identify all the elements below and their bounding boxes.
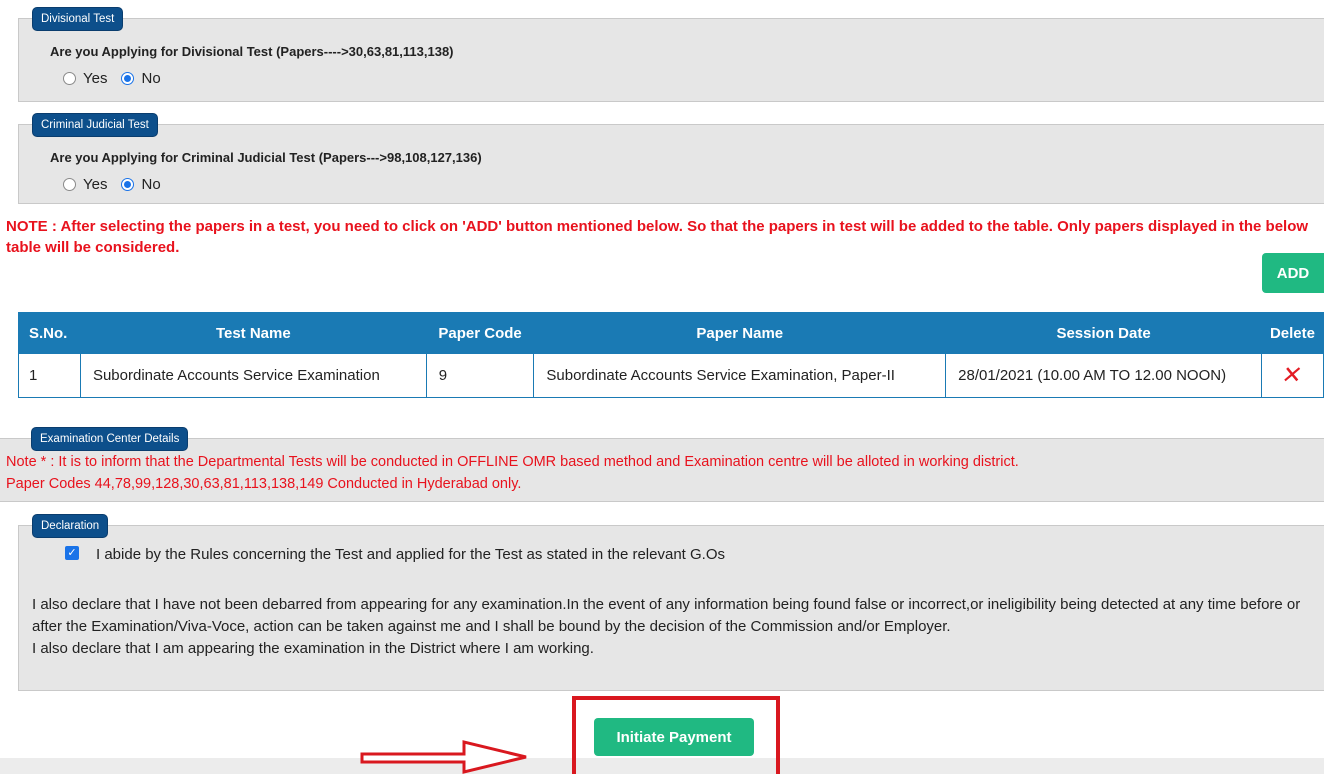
header-sno: S.No. — [18, 312, 81, 354]
header-session-date: Session Date — [945, 312, 1262, 354]
annotation-arrow-icon — [360, 740, 527, 774]
cell-test-name: Subordinate Accounts Service Examination — [79, 353, 427, 398]
criminal-judicial-test-legend: Criminal Judicial Test — [32, 113, 158, 137]
delete-x-icon[interactable]: ✕ — [1280, 361, 1305, 390]
exam-center-note-line2: Paper Codes 44,78,99,128,30,63,81,113,13… — [6, 476, 522, 492]
criminal-judicial-test-question: Are you Applying for Criminal Judicial T… — [50, 150, 482, 165]
declaration-section: Declaration ✓ I abide by the Rules conce… — [18, 514, 1324, 691]
divisional-test-question: Are you Applying for Divisional Test (Pa… — [50, 44, 454, 59]
declaration-para-1: I also declare that I have not been deba… — [32, 596, 1301, 635]
divisional-test-legend: Divisional Test — [32, 7, 124, 31]
criminal-yes-radio[interactable] — [63, 178, 76, 191]
declaration-checkbox-label[interactable]: I abide by the Rules concerning the Test… — [96, 546, 725, 563]
papers-table: S.No. Test Name Paper Code Paper Name Se… — [18, 312, 1324, 398]
cell-delete: ✕ — [1260, 353, 1324, 398]
cell-paper-code: 9 — [425, 353, 535, 398]
divisional-yes-radio[interactable] — [63, 72, 76, 85]
cell-session-date: 28/01/2021 (10.00 AM TO 12.00 NOON) — [945, 353, 1262, 398]
cell-paper-name: Subordinate Accounts Service Examination… — [533, 353, 947, 398]
cell-sno: 1 — [18, 353, 81, 398]
divisional-test-section: Divisional Test Are you Applying for Div… — [18, 7, 1324, 102]
declaration-para-2: I also declare that I am appearing the e… — [32, 640, 594, 657]
table-row: 1 Subordinate Accounts Service Examinati… — [18, 353, 1324, 398]
criminal-judicial-test-section: Criminal Judicial Test Are you Applying … — [18, 113, 1324, 204]
divisional-no-label[interactable]: No — [141, 70, 160, 87]
criminal-yes-label[interactable]: Yes — [83, 176, 107, 193]
divisional-yes-label[interactable]: Yes — [83, 70, 107, 87]
declaration-legend: Declaration — [32, 514, 109, 538]
divisional-test-options: Yes No — [63, 70, 175, 87]
criminal-judicial-test-options: Yes No — [63, 176, 175, 193]
criminal-no-radio[interactable] — [121, 178, 135, 191]
divisional-no-radio[interactable] — [121, 72, 135, 85]
table-header-row: S.No. Test Name Paper Code Paper Name Se… — [18, 312, 1324, 354]
header-paper-code: Paper Code — [425, 312, 535, 354]
add-instructions-note: NOTE : After selecting the papers in a t… — [6, 218, 1309, 256]
exam-center-note-line1: Note * : It is to inform that the Depart… — [6, 454, 1019, 470]
header-paper-name: Paper Name — [533, 312, 947, 354]
initiate-payment-button[interactable]: Initiate Payment — [594, 718, 754, 756]
header-test-name: Test Name — [79, 312, 427, 354]
header-delete: Delete — [1260, 312, 1324, 354]
declaration-checkbox[interactable]: ✓ — [65, 546, 79, 560]
exam-center-note: Note * : It is to inform that the Depart… — [6, 451, 1019, 495]
exam-center-section: Examination Center Details Note * : It i… — [0, 427, 1324, 502]
exam-center-legend: Examination Center Details — [31, 427, 189, 451]
criminal-no-label[interactable]: No — [141, 176, 160, 193]
add-button[interactable]: ADD — [1262, 253, 1324, 293]
declaration-text: I also declare that I have not been deba… — [32, 594, 1312, 660]
